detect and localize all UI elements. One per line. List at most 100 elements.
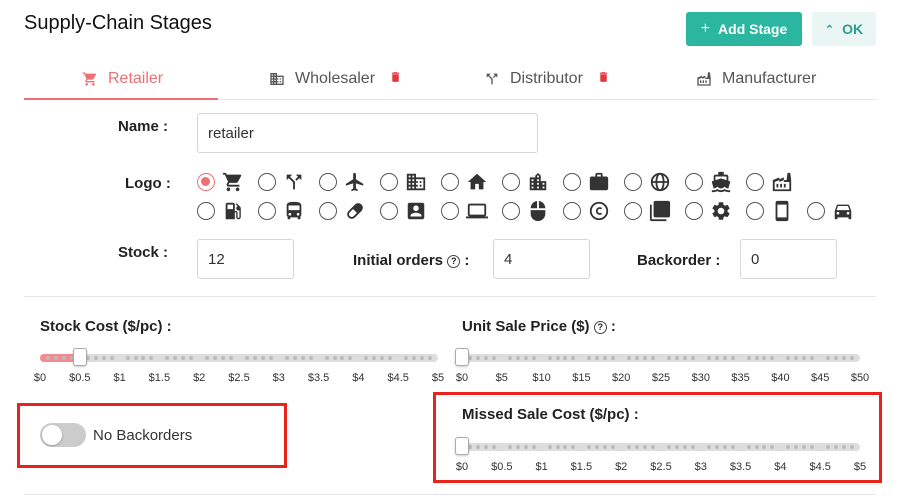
logo-option-factory[interactable] xyxy=(746,171,807,193)
backorder-label: Backorder : xyxy=(637,252,721,269)
initial-orders-label-text: Initial orders xyxy=(353,252,444,269)
backorder-input[interactable] xyxy=(740,239,837,279)
radio-selected[interactable] xyxy=(197,173,215,191)
radio[interactable] xyxy=(319,202,337,220)
slider-step-dot xyxy=(666,356,671,360)
slider-step-dot xyxy=(706,356,711,360)
slider-step-dot xyxy=(507,445,512,449)
slider-tick-label: $5 xyxy=(853,461,867,473)
slider-step-dot xyxy=(101,356,106,360)
slider-tick-label: $10 xyxy=(532,372,551,384)
logo-option-ship[interactable] xyxy=(685,171,746,193)
logo-option-contact-card[interactable] xyxy=(380,200,441,222)
slider-step-dot xyxy=(674,356,679,360)
slider-tick-label: $1 xyxy=(535,461,548,473)
radio[interactable] xyxy=(441,202,459,220)
gear-icon xyxy=(710,200,732,222)
logo-option-office-building[interactable] xyxy=(380,171,441,193)
help-icon[interactable]: ? xyxy=(447,255,461,268)
radio[interactable] xyxy=(746,173,764,191)
logo-option-pill[interactable] xyxy=(319,200,380,222)
slider-tick-label: $35 xyxy=(731,372,750,384)
logo-option-home[interactable] xyxy=(441,171,502,193)
radio[interactable] xyxy=(685,202,703,220)
logo-option-gas-station[interactable] xyxy=(197,200,258,222)
logo-option-laptop[interactable] xyxy=(441,200,502,222)
slider-tick-label: $5 xyxy=(431,372,445,384)
unit-sale-price-slider[interactable]: $0 $5 $10 $15 $20 $25 $30 $35 $40 $45 $50 xyxy=(455,348,869,384)
logo-option-airplane[interactable] xyxy=(319,171,380,193)
logo-option-copy[interactable] xyxy=(624,200,685,222)
radio[interactable] xyxy=(563,202,581,220)
radio[interactable] xyxy=(807,202,825,220)
city-icon xyxy=(527,171,549,193)
logo-option-gear[interactable] xyxy=(685,200,746,222)
slider-tick-label: $5 xyxy=(495,372,508,384)
tab-wholesaler[interactable]: Wholesaler xyxy=(269,58,402,100)
logo-option-city[interactable] xyxy=(502,171,563,193)
logo-option-car[interactable] xyxy=(807,200,868,222)
logo-option-copyright[interactable] xyxy=(563,200,624,222)
slider-step-dot xyxy=(475,445,480,449)
radio[interactable] xyxy=(380,202,398,220)
no-backorders-toggle[interactable] xyxy=(40,423,86,447)
delete-wholesaler-icon[interactable] xyxy=(389,70,402,89)
unit-sale-price-label-text: Unit Sale Price ($) xyxy=(462,318,590,335)
slider-rail[interactable] xyxy=(462,443,860,451)
radio[interactable] xyxy=(746,202,764,220)
stock-input[interactable] xyxy=(197,239,294,279)
missed-sale-cost-slider[interactable]: $0 $0.5 $1 $1.5 $2 $2.5 $3 $3.5 $4 $4.5 $5 xyxy=(455,437,866,473)
slider-step-dot xyxy=(651,445,656,449)
logo-label: Logo : xyxy=(125,175,171,192)
cart-icon xyxy=(222,171,244,193)
ok-button[interactable]: ⌃ OK xyxy=(812,12,876,46)
slider-handle[interactable] xyxy=(455,437,469,455)
slider-rail[interactable] xyxy=(40,354,438,362)
radio[interactable] xyxy=(685,173,703,191)
slider-tick-label: $3.5 xyxy=(307,372,330,384)
logo-option-cart[interactable] xyxy=(197,171,258,193)
logo-option-briefcase[interactable] xyxy=(563,171,624,193)
delete-distributor-icon[interactable] xyxy=(597,70,610,89)
slider-step-dot xyxy=(483,356,488,360)
radio[interactable] xyxy=(441,173,459,191)
radio[interactable] xyxy=(624,202,642,220)
logo-option-globe[interactable] xyxy=(624,171,685,193)
initial-orders-input[interactable] xyxy=(493,239,590,279)
stock-cost-slider[interactable]: $0 $0.5 $1 $1.5 $2 $2.5 $3 $3.5 $4 $4.5 $5 xyxy=(34,348,444,384)
radio[interactable] xyxy=(197,202,215,220)
briefcase-icon xyxy=(588,171,610,193)
logo-option-mouse[interactable] xyxy=(502,200,563,222)
radio[interactable] xyxy=(258,173,276,191)
factory-icon xyxy=(771,171,793,193)
logo-options-row-1 xyxy=(197,171,807,193)
radio[interactable] xyxy=(502,173,520,191)
slider-step-dot xyxy=(714,445,719,449)
slider-step-dot xyxy=(125,356,130,360)
name-input[interactable] xyxy=(197,113,538,153)
add-stage-button[interactable]: + Add Stage xyxy=(686,12,802,46)
slider-handle[interactable] xyxy=(455,348,469,366)
logo-option-bus[interactable] xyxy=(258,200,319,222)
tab-distributor[interactable]: Distributor xyxy=(484,58,610,100)
slider-step-dot xyxy=(674,445,679,449)
radio[interactable] xyxy=(563,173,581,191)
radio[interactable] xyxy=(319,173,337,191)
slider-step-dot xyxy=(491,445,496,449)
slider-tick-label: $50 xyxy=(850,372,870,384)
name-label: Name : xyxy=(118,118,169,135)
radio[interactable] xyxy=(624,173,642,191)
radio[interactable] xyxy=(502,202,520,220)
slider-rail[interactable] xyxy=(462,354,860,362)
tab-manufacturer[interactable]: Manufacturer xyxy=(696,58,816,100)
radio[interactable] xyxy=(258,202,276,220)
help-icon[interactable]: ? xyxy=(593,321,607,334)
slider-step-dot xyxy=(244,356,249,360)
slider-handle[interactable] xyxy=(72,348,87,366)
slider-tick-label: $45 xyxy=(811,372,830,384)
logo-option-phone[interactable] xyxy=(746,200,807,222)
radio[interactable] xyxy=(380,173,398,191)
logo-option-fork[interactable] xyxy=(258,171,319,193)
slider-step-dot xyxy=(690,356,695,360)
tab-retailer[interactable]: Retailer xyxy=(82,58,163,100)
